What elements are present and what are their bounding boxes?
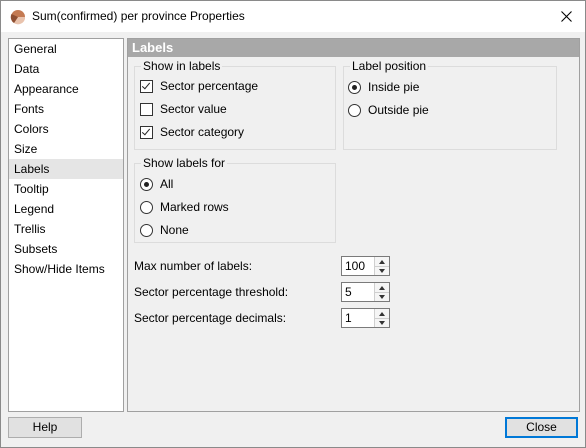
option-label: Sector value	[160, 102, 227, 116]
arrow-down-icon	[379, 268, 385, 273]
option-label: Marked rows	[160, 200, 229, 214]
properties-dialog: Sum(confirmed) per province Properties G…	[0, 0, 586, 448]
spin-down-button[interactable]	[375, 318, 389, 327]
window-close-button[interactable]	[547, 1, 585, 32]
arrow-up-icon	[379, 311, 385, 316]
max-labels-label: Max number of labels:	[134, 259, 253, 273]
sidebar-item-legend[interactable]: Legend	[9, 199, 123, 219]
percentage-decimals-stepper[interactable]: 1	[341, 308, 390, 328]
sidebar-item-colors[interactable]: Colors	[9, 119, 123, 139]
sidebar-item-fonts[interactable]: Fonts	[9, 99, 123, 119]
radio-unselected-icon	[140, 223, 153, 237]
stepper-buttons	[374, 283, 389, 301]
sidebar-item-appearance[interactable]: Appearance	[9, 79, 123, 99]
none-radio[interactable]: None	[140, 221, 189, 239]
panel-title: Labels	[128, 39, 579, 57]
arrow-down-icon	[379, 320, 385, 325]
marked-rows-radio[interactable]: Marked rows	[140, 198, 229, 216]
percentage-threshold-stepper[interactable]: 5	[341, 282, 390, 302]
option-label: Sector percentage	[160, 79, 259, 93]
max-labels-stepper[interactable]: 100	[341, 256, 390, 276]
close-icon	[560, 11, 572, 22]
sidebar-item-subsets[interactable]: Subsets	[9, 239, 123, 259]
close-button[interactable]: Close	[505, 417, 578, 438]
sidebar-item-labels[interactable]: Labels	[9, 159, 123, 179]
option-label: Outside pie	[368, 103, 429, 117]
checkbox-checked-icon	[140, 125, 153, 139]
radio-selected-icon	[140, 177, 153, 191]
radio-unselected-icon	[348, 103, 361, 117]
window-title: Sum(confirmed) per province Properties	[32, 9, 245, 23]
sidebar-item-general[interactable]: General	[9, 39, 123, 59]
option-label: None	[160, 223, 189, 237]
option-label: Sector category	[160, 125, 245, 139]
arrow-up-icon	[379, 259, 385, 264]
sector-percentage-checkbox[interactable]: Sector percentage	[140, 77, 258, 95]
spin-down-button[interactable]	[375, 266, 389, 275]
radio-selected-icon	[348, 80, 361, 94]
stepper-value: 100	[345, 259, 366, 273]
sector-value-checkbox[interactable]: Sector value	[140, 100, 227, 118]
help-button[interactable]: Help	[8, 417, 82, 438]
option-label: All	[160, 177, 174, 191]
outside-pie-radio[interactable]: Outside pie	[348, 101, 429, 119]
stepper-value: 5	[345, 285, 352, 299]
radio-unselected-icon	[140, 200, 153, 214]
arrow-down-icon	[379, 294, 385, 299]
stepper-value: 1	[345, 311, 352, 325]
sidebar-item-size[interactable]: Size	[9, 139, 123, 159]
sidebar-item-tooltip[interactable]: Tooltip	[9, 179, 123, 199]
sidebar-item-show-hide-items[interactable]: Show/Hide Items	[9, 259, 123, 279]
all-radio[interactable]: All	[140, 175, 173, 193]
percentage-threshold-label: Sector percentage threshold:	[134, 285, 289, 299]
stepper-buttons	[374, 257, 389, 275]
sector-category-checkbox[interactable]: Sector category	[140, 123, 244, 141]
checkbox-checked-icon	[140, 79, 153, 93]
title-bar: Sum(confirmed) per province Properties	[1, 1, 585, 32]
checkbox-unchecked-icon	[140, 102, 153, 116]
option-label: Inside pie	[368, 80, 420, 94]
sidebar-item-data[interactable]: Data	[9, 59, 123, 79]
group-title: Label position	[350, 59, 429, 73]
pie-chart-icon	[10, 10, 26, 25]
category-list: General Data Appearance Fonts Colors Siz…	[8, 38, 124, 412]
arrow-up-icon	[379, 285, 385, 290]
inside-pie-radio[interactable]: Inside pie	[348, 78, 419, 96]
spin-down-button[interactable]	[375, 292, 389, 301]
group-title: Show labels for	[141, 156, 228, 170]
percentage-decimals-label: Sector percentage decimals:	[134, 311, 287, 325]
group-title: Show in labels	[141, 59, 223, 73]
stepper-buttons	[374, 309, 389, 327]
sidebar-item-trellis[interactable]: Trellis	[9, 219, 123, 239]
